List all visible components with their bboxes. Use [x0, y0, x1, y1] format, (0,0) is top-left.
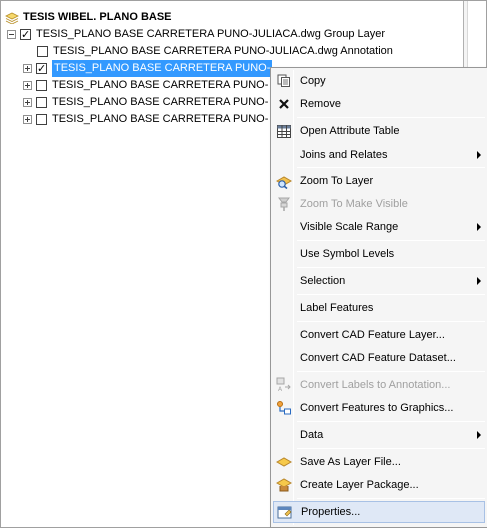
menu-item-use-symbol-levels[interactable]: Use Symbol Levels [273, 243, 485, 265]
menu-item-convert-cad-feature-dataset[interactable]: Convert CAD Feature Dataset... [273, 347, 485, 369]
menu-separator [297, 498, 485, 499]
menu-item-data[interactable]: Data [273, 424, 485, 446]
menu-item-label: Convert CAD Feature Dataset... [300, 352, 456, 364]
menu-item-label: Save As Layer File... [300, 456, 401, 468]
menu-item-label: Zoom To Make Visible [300, 198, 408, 210]
menu-item-label: Zoom To Layer [300, 175, 374, 187]
copy-icon [273, 70, 295, 92]
group-visibility-checkbox[interactable] [20, 26, 31, 43]
menu-item-create-layer-package[interactable]: Create Layer Package... [273, 474, 485, 496]
layer-file-icon [273, 451, 295, 473]
menu-separator [297, 294, 485, 295]
menu-item-convert-cad-feature-layer[interactable]: Convert CAD Feature Layer... [273, 324, 485, 346]
menu-item-label: Properties... [301, 506, 361, 518]
menu-item-label: Visible Scale Range [300, 221, 399, 233]
layer-visibility-checkbox[interactable] [36, 80, 47, 91]
menu-item-visible-scale-range[interactable]: Visible Scale Range [273, 216, 485, 238]
menu-separator [297, 267, 485, 268]
menu-item-selection[interactable]: Selection [273, 270, 485, 292]
svg-text:A: A [278, 386, 283, 393]
menu-item-label: Joins and Relates [300, 149, 388, 161]
tree-child-row-selected[interactable]: TESIS_PLANO BASE CARRETERA PUNO- [23, 60, 273, 77]
convert-labels-icon: A [273, 374, 295, 396]
collapse-icon[interactable] [7, 30, 16, 39]
menu-item-save-as-layer-file[interactable]: Save As Layer File... [273, 451, 485, 473]
layer-visibility-checkbox[interactable] [36, 97, 47, 108]
menu-separator [297, 167, 485, 168]
table-icon [273, 120, 295, 142]
menu-item-convert-labels-to-annotation: A Convert Labels to Annotation... [273, 374, 485, 396]
menu-item-zoom-to-layer[interactable]: Zoom To Layer [273, 170, 485, 192]
remove-icon [273, 93, 295, 115]
menu-separator [297, 371, 485, 372]
properties-icon [274, 501, 296, 523]
menu-item-label: Convert CAD Feature Layer... [300, 329, 445, 341]
menu-item-label: Label Features [300, 302, 374, 314]
menu-separator [297, 321, 485, 322]
layer-visibility-checkbox[interactable] [36, 60, 47, 77]
tree-child-row[interactable]: TESIS_PLANO BASE CARRETERA PUNO- [23, 94, 268, 111]
menu-separator [297, 421, 485, 422]
tree-group-row[interactable]: TESIS_PLANO BASE CARRETERA PUNO-JULIACA.… [7, 26, 385, 43]
expand-icon[interactable] [23, 64, 32, 73]
tree-root-row[interactable]: TESIS WIBEL. PLANO BASE [5, 9, 172, 26]
menu-separator [297, 240, 485, 241]
menu-item-label: Selection [300, 275, 346, 287]
menu-item-label: Convert Features to Graphics... [300, 402, 454, 414]
submenu-arrow-icon [477, 277, 481, 285]
layer-label: TESIS_PLANO BASE CARRETERA PUNO- [52, 60, 273, 77]
menu-item-label: Create Layer Package... [300, 479, 419, 491]
menu-item-joins-and-relates[interactable]: Joins and Relates [273, 144, 485, 166]
menu-item-label-features[interactable]: Label Features [273, 297, 485, 319]
tree-group-label: TESIS_PLANO BASE CARRETERA PUNO-JULIACA.… [36, 28, 386, 40]
menu-item-remove[interactable]: Remove [273, 93, 485, 115]
expand-icon[interactable] [23, 81, 32, 90]
tree-root-label: TESIS WIBEL. PLANO BASE [23, 11, 172, 23]
submenu-arrow-icon [477, 431, 481, 439]
layer-visibility-checkbox[interactable] [37, 46, 48, 57]
tree-child-row[interactable]: TESIS_PLANO BASE CARRETERA PUNO- [23, 111, 268, 128]
menu-item-label: Data [300, 429, 324, 441]
submenu-arrow-icon [477, 151, 481, 159]
context-menu: Copy Remove Open Attribute Table Joins a… [270, 67, 487, 528]
submenu-arrow-icon [477, 223, 481, 231]
menu-separator [297, 448, 485, 449]
tree-child-row[interactable]: TESIS_PLANO BASE CARRETERA PUNO-JULIACA.… [37, 43, 393, 60]
menu-item-open-attribute-table[interactable]: Open Attribute Table [273, 120, 485, 142]
menu-item-label: Copy [300, 75, 326, 87]
layer-label: TESIS_PLANO BASE CARRETERA PUNO-JULIACA.… [53, 45, 393, 57]
zoom-visible-icon [273, 193, 295, 215]
menu-separator [297, 117, 485, 118]
menu-item-label: Open Attribute Table [300, 125, 400, 137]
expand-icon[interactable] [23, 98, 32, 107]
menu-item-zoom-to-make-visible: Zoom To Make Visible [273, 193, 485, 215]
layer-label: TESIS_PLANO BASE CARRETERA PUNO- [52, 96, 269, 108]
layers-stack-icon [5, 12, 19, 24]
convert-graphics-icon [273, 397, 295, 419]
tree-child-row[interactable]: TESIS_PLANO BASE CARRETERA PUNO- [23, 77, 268, 94]
menu-item-copy[interactable]: Copy [273, 70, 485, 92]
layer-label: TESIS_PLANO BASE CARRETERA PUNO- [52, 113, 269, 125]
layer-package-icon [273, 474, 295, 496]
layer-visibility-checkbox[interactable] [36, 114, 47, 125]
menu-item-properties[interactable]: Properties... [273, 501, 485, 523]
zoom-to-layer-icon [273, 170, 295, 192]
menu-item-label: Remove [300, 98, 341, 110]
menu-item-label: Convert Labels to Annotation... [300, 379, 451, 391]
menu-item-convert-features-to-graphics[interactable]: Convert Features to Graphics... [273, 397, 485, 419]
expand-icon[interactable] [23, 115, 32, 124]
menu-item-label: Use Symbol Levels [300, 248, 395, 260]
layer-label: TESIS_PLANO BASE CARRETERA PUNO- [52, 79, 269, 91]
